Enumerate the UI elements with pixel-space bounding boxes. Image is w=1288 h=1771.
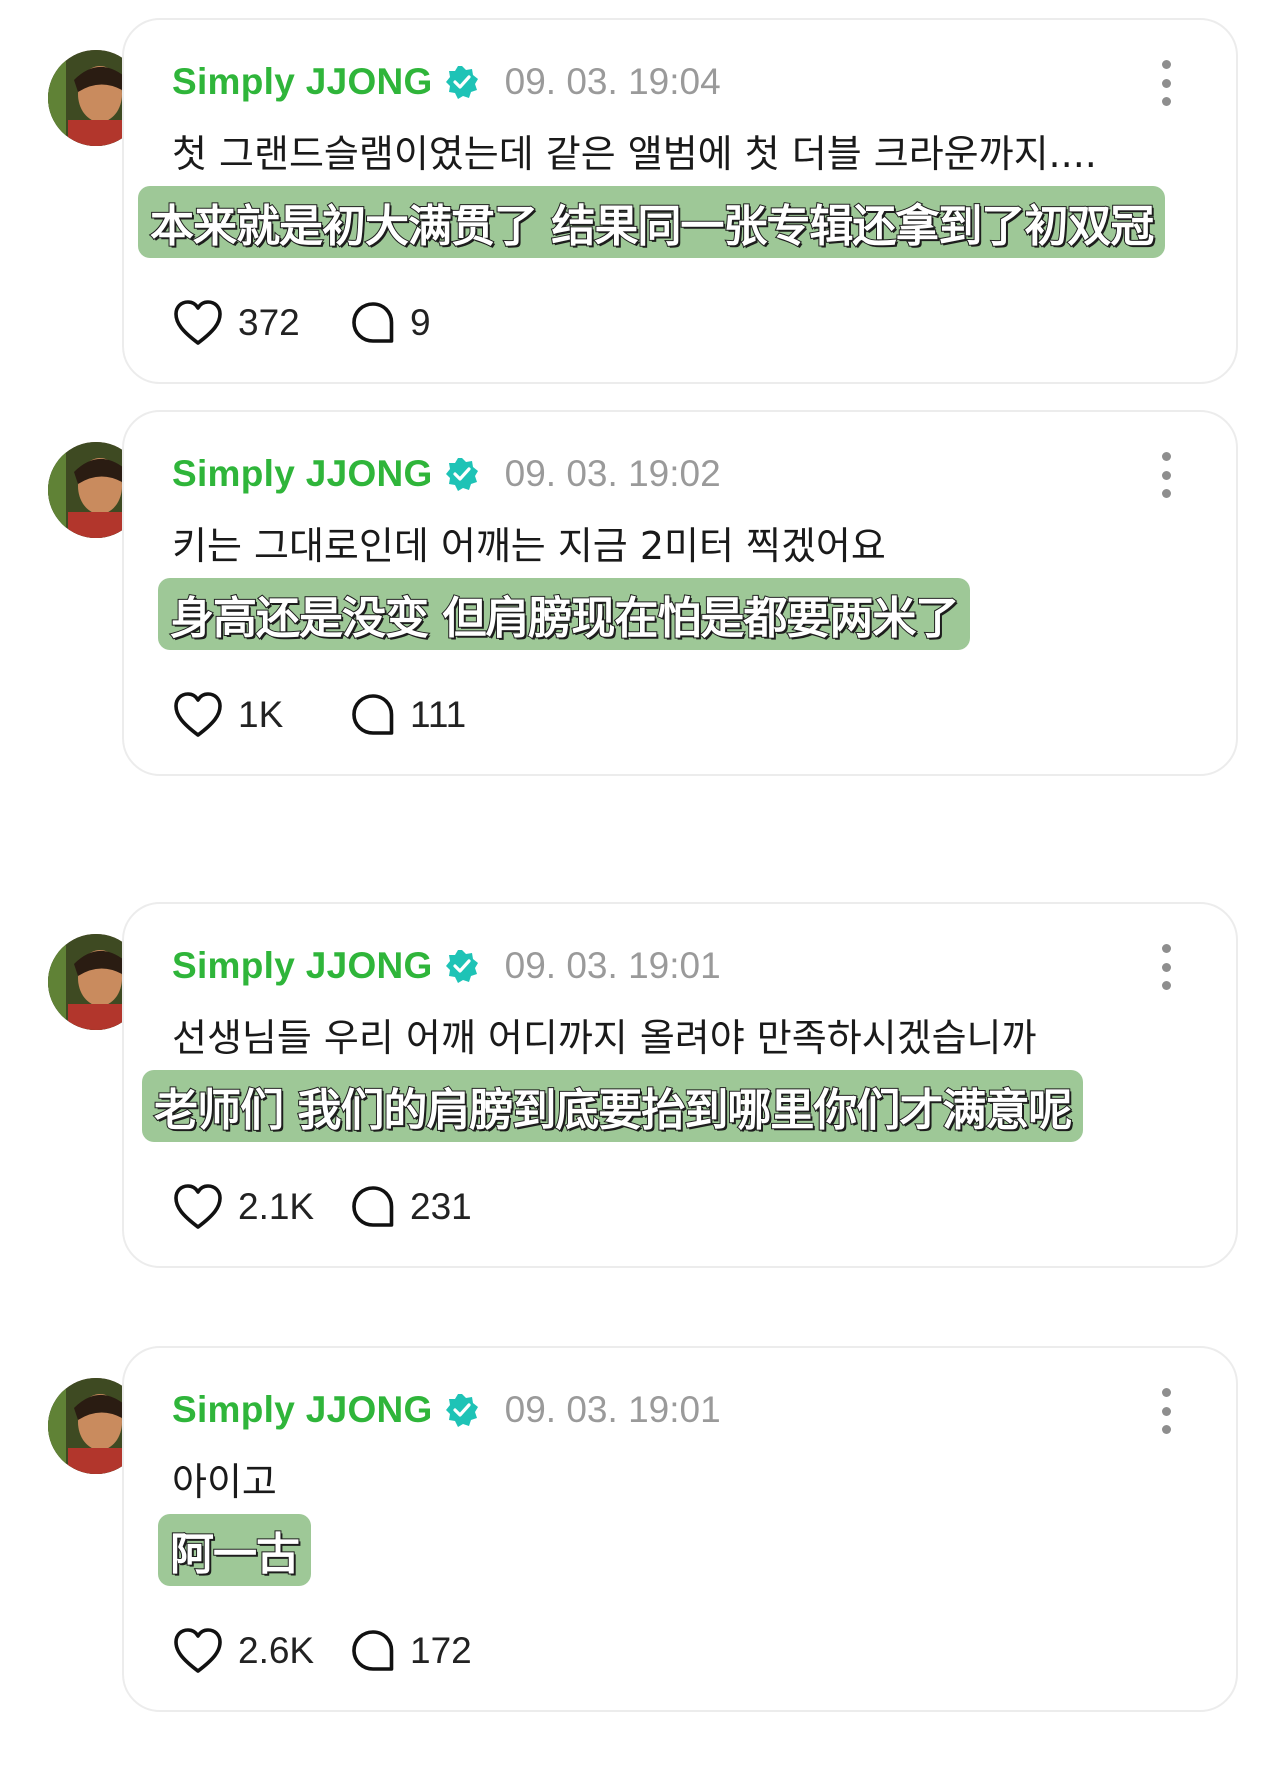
reply-button[interactable]: 9 (350, 300, 431, 346)
verified-badge-icon (445, 66, 478, 99)
post: Simply JJONG 09. 03. 19:04 첫 그랜드슬램이였는데 같… (0, 18, 1288, 398)
post-timestamp: 09. 03. 19:01 (504, 1389, 721, 1430)
like-button[interactable]: 372 (172, 299, 350, 347)
post-text: 첫 그랜드슬램이였는데 같은 앨범에 첫 더블 크라운까지.... (172, 132, 1097, 176)
more-options-icon[interactable] (1156, 452, 1176, 498)
like-count: 1K (238, 694, 284, 735)
post-card: Simply JJONG 09. 03. 19:01 아이고 阿一古 2.6K … (122, 1346, 1238, 1712)
reply-button[interactable]: 111 (350, 692, 466, 738)
post: Simply JJONG 09. 03. 19:02 키는 그대로인데 어깨는 … (0, 410, 1288, 790)
reply-count: 9 (410, 302, 431, 343)
post-card: Simply JJONG 09. 03. 19:01 선생님들 우리 어깨 어디… (122, 902, 1238, 1268)
more-options-icon[interactable] (1156, 60, 1176, 106)
heart-icon (174, 692, 222, 737)
post: Simply JJONG 09. 03. 19:01 아이고 阿一古 2.6K … (0, 1346, 1288, 1726)
like-count: 2.1K (238, 1186, 315, 1227)
like-count: 2.6K (238, 1630, 315, 1671)
speech-bubble-icon (352, 1630, 394, 1671)
reply-count: 231 (410, 1186, 472, 1227)
heart-icon (174, 300, 222, 345)
post-text: 키는 그대로인데 어깨는 지금 2미터 찍겠어요 (172, 524, 886, 568)
verified-badge-icon (445, 1394, 478, 1427)
username[interactable]: Simply JJONG (172, 453, 433, 495)
post-actions: 1K 111 (172, 688, 466, 742)
verified-badge-icon (445, 458, 478, 491)
translation-subtitle: 本来就是初大满贯了 结果同一张专辑还拿到了初双冠 (138, 186, 1166, 258)
post-timestamp: 09. 03. 19:01 (504, 945, 721, 986)
translation-subtitle: 身高还是没变 但肩膀现在怕是都要两米了 (158, 578, 971, 650)
post-header: Simply JJONG 09. 03. 19:04 (172, 58, 721, 106)
post-actions: 2.1K 231 (172, 1180, 472, 1234)
username[interactable]: Simply JJONG (172, 1389, 433, 1431)
translation-subtitle: 阿一古 (158, 1514, 311, 1586)
post-card: Simply JJONG 09. 03. 19:04 첫 그랜드슬램이였는데 같… (122, 18, 1238, 384)
reply-button[interactable]: 231 (350, 1184, 472, 1230)
post-actions: 2.6K 172 (172, 1624, 472, 1678)
reply-button[interactable]: 172 (350, 1628, 472, 1674)
like-button[interactable]: 2.6K (172, 1627, 350, 1675)
post-actions: 372 9 (172, 296, 431, 350)
speech-bubble-icon (352, 694, 394, 735)
more-options-icon[interactable] (1156, 1388, 1176, 1434)
like-button[interactable]: 2.1K (172, 1183, 350, 1231)
post-text: 선생님들 우리 어깨 어디까지 올려야 만족하시겠습니까 (172, 1016, 1037, 1060)
post-header: Simply JJONG 09. 03. 19:01 (172, 942, 721, 990)
more-options-icon[interactable] (1156, 944, 1176, 990)
post-timestamp: 09. 03. 19:02 (504, 453, 721, 494)
like-count: 372 (238, 302, 300, 343)
post-header: Simply JJONG 09. 03. 19:01 (172, 1386, 721, 1434)
speech-bubble-icon (352, 302, 394, 343)
speech-bubble-icon (352, 1186, 394, 1227)
heart-icon (174, 1628, 222, 1673)
post: Simply JJONG 09. 03. 19:01 선생님들 우리 어깨 어디… (0, 902, 1288, 1282)
post-header: Simply JJONG 09. 03. 19:02 (172, 450, 721, 498)
reply-count: 111 (410, 694, 467, 735)
post-text: 아이고 (172, 1460, 277, 1504)
translation-subtitle: 老师们 我们的肩膀到底要抬到哪里你们才满意呢 (142, 1070, 1084, 1142)
username[interactable]: Simply JJONG (172, 945, 433, 987)
post-card: Simply JJONG 09. 03. 19:02 키는 그대로인데 어깨는 … (122, 410, 1238, 776)
post-timestamp: 09. 03. 19:04 (504, 61, 721, 102)
reply-count: 172 (410, 1630, 472, 1671)
verified-badge-icon (445, 950, 478, 983)
like-button[interactable]: 1K (172, 691, 350, 739)
username[interactable]: Simply JJONG (172, 61, 433, 103)
heart-icon (174, 1184, 222, 1229)
